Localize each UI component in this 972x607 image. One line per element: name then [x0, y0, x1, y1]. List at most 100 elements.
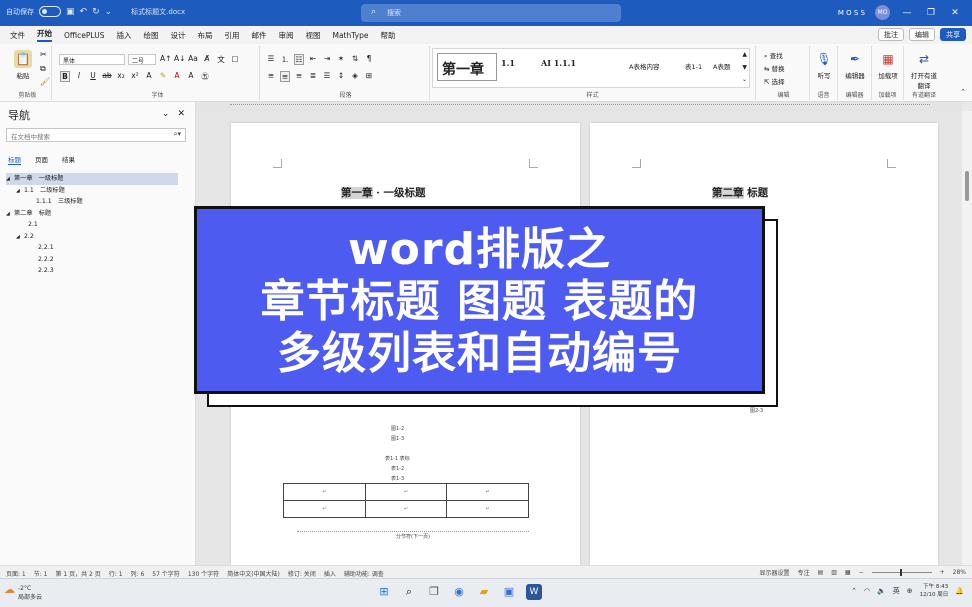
align-center-icon[interactable]: ≡ — [280, 71, 290, 82]
style-table-caption-1[interactable]: 表1-1 — [685, 61, 702, 71]
table-caption[interactable]: 表1-2 — [391, 465, 404, 472]
zoom-level[interactable]: 28% — [953, 569, 966, 576]
format-painter-icon[interactable]: 🖌 — [40, 77, 50, 86]
comment-button[interactable]: 批注 — [878, 28, 904, 41]
undo-icon[interactable]: ↶ — [80, 7, 88, 17]
word-app-icon[interactable]: W — [526, 584, 542, 600]
tray-overflow-icon[interactable]: ⌃ — [851, 587, 857, 595]
avatar[interactable]: MO — [875, 5, 890, 20]
grow-font-icon[interactable]: A↑ — [160, 54, 171, 65]
chinese-layout-icon[interactable]: ✶ — [336, 54, 346, 65]
open-translate-button[interactable]: ⇄ 打开有道翻译 — [911, 50, 937, 90]
distribute-icon[interactable]: ☰ — [322, 71, 332, 82]
tab-mathtype[interactable]: MathType — [332, 31, 368, 40]
align-right-icon[interactable]: ≡ — [294, 71, 304, 82]
ime-icon[interactable]: ⊕ — [907, 587, 913, 595]
input-language[interactable]: 英 — [893, 586, 900, 596]
status-chars-selected[interactable]: 57 个字符 — [152, 569, 180, 578]
editing-mode-button[interactable]: 编辑 — [909, 28, 935, 41]
subscript-icon[interactable]: x₂ — [116, 71, 126, 82]
style-heading-3[interactable]: AI 1.1.1 — [541, 58, 576, 68]
change-case-icon[interactable]: Aa — [188, 54, 198, 65]
char-shading-icon[interactable]: A — [186, 71, 196, 82]
nav-options-icon[interactable]: ⌄ — [162, 109, 170, 119]
numbering-icon[interactable]: ⒈ — [280, 54, 290, 65]
close-icon[interactable]: ✕ — [948, 8, 962, 18]
collapse-arrow-icon[interactable]: ◢ — [16, 186, 24, 198]
web-layout-icon[interactable]: ▦ — [845, 569, 851, 576]
table-caption[interactable]: 表1-1 表标 — [385, 455, 410, 462]
find-button[interactable]: ⌕ 查找 — [764, 50, 783, 61]
file-explorer-icon[interactable]: ▰ — [476, 584, 492, 600]
status-accessibility[interactable]: 辅助功能: 调查 — [344, 569, 384, 578]
style-heading-2[interactable]: 1.1 — [501, 58, 515, 68]
phonetic-guide-icon[interactable]: 文 — [216, 54, 226, 65]
enclose-char-icon[interactable]: ㊄ — [200, 71, 210, 82]
tab-view[interactable]: 视图 — [305, 30, 320, 41]
tab-design[interactable]: 设计 — [170, 30, 185, 41]
nav-tab-pages[interactable]: 页面 — [35, 154, 48, 165]
clear-format-icon[interactable]: A̸ — [202, 54, 212, 65]
collapse-ribbon-icon[interactable]: ⌃ — [960, 88, 966, 96]
nav-heading-item[interactable]: ◢ 2.2 — [6, 231, 178, 243]
styles-more-icon[interactable]: ⌄ — [742, 76, 747, 83]
tab-insert[interactable]: 插入 — [116, 30, 131, 41]
editor-button[interactable]: ✒ 编辑器 — [842, 50, 868, 80]
nav-close-icon[interactable]: ✕ — [177, 109, 185, 119]
shading-icon[interactable]: ◈ — [350, 71, 360, 82]
horizontal-ruler[interactable] — [196, 102, 962, 111]
customize-icon[interactable]: ⌄ — [105, 7, 113, 17]
italic-icon[interactable]: I — [74, 71, 84, 82]
addins-button[interactable]: ▦ 加载项 — [875, 50, 901, 80]
nav-heading-item[interactable]: 2.2.3 — [6, 265, 178, 277]
highlight-icon[interactable]: ✎ — [158, 71, 168, 82]
nav-tab-headings[interactable]: 标题 — [8, 154, 21, 165]
figure-caption[interactable]: 图2-3 — [750, 407, 763, 414]
status-track-changes[interactable]: 修订: 关闭 — [288, 569, 316, 578]
figure-caption[interactable]: 图1-3 — [391, 435, 404, 442]
style-table-content[interactable]: A表格内容 — [629, 61, 659, 71]
cut-icon[interactable]: ✂ — [40, 50, 47, 59]
start-icon[interactable]: ⊞ — [376, 584, 392, 600]
tab-help[interactable]: 帮助 — [380, 30, 395, 41]
table-cell[interactable]: ↵ — [446, 483, 529, 501]
figure-caption[interactable]: 图1-2 — [391, 425, 404, 432]
redo-icon[interactable]: ↻ — [92, 7, 100, 17]
style-chapter-heading[interactable]: 第一章 — [437, 53, 497, 81]
underline-icon[interactable]: U — [88, 71, 98, 82]
chapter-heading[interactable]: 第二章 标题 — [712, 185, 768, 200]
collapse-arrow-icon[interactable]: ◢ — [6, 209, 14, 221]
tab-officeplus[interactable]: OfficePLUS — [64, 31, 104, 40]
status-page-of[interactable]: 第 1 页，共 2 页 — [56, 569, 101, 578]
decrease-indent-icon[interactable]: ⇤ — [308, 54, 318, 65]
title-search-input[interactable]: ⌕ 搜索 — [361, 4, 621, 22]
save-icon[interactable]: ▣ — [66, 7, 75, 17]
table-cell[interactable]: ↵ — [283, 483, 366, 501]
zoom-slider[interactable] — [871, 569, 932, 576]
tab-layout[interactable]: 布局 — [197, 30, 212, 41]
chapter-heading[interactable]: 第一章 · 一级标题 — [341, 185, 425, 200]
nav-search-input[interactable]: 在文档中搜索 ⌕▾ — [6, 128, 186, 142]
bold-icon[interactable]: B — [60, 71, 70, 82]
superscript-icon[interactable]: x² — [130, 71, 140, 82]
copy-icon[interactable]: ⧉ — [40, 64, 46, 74]
tab-home[interactable]: 开始 — [37, 28, 52, 42]
display-settings-button[interactable]: 显示器设置 — [760, 568, 790, 577]
tab-review[interactable]: 审阅 — [278, 30, 293, 41]
sort-icon[interactable]: ⇅ — [350, 54, 360, 65]
store-icon[interactable]: ▣ — [501, 584, 517, 600]
volume-icon[interactable]: 🔈 — [877, 587, 886, 595]
table-cell[interactable]: ↵ — [446, 500, 529, 518]
line-spacing-icon[interactable]: ↕ — [336, 71, 346, 82]
font-name-select[interactable]: 黑体 — [59, 54, 125, 65]
status-chars-total[interactable]: 130 个字符 — [188, 569, 219, 578]
shrink-font-icon[interactable]: A↓ — [174, 54, 185, 65]
autosave-toggle[interactable] — [39, 6, 61, 17]
zoom-in-icon[interactable]: + — [940, 569, 945, 576]
search-icon[interactable]: ⌕ — [401, 584, 417, 600]
nav-tab-results[interactable]: 结果 — [62, 154, 75, 165]
tab-file[interactable]: 文件 — [10, 30, 25, 41]
styles-scroll-down-icon[interactable]: ▼ — [742, 64, 747, 71]
table-cell[interactable]: ↵ — [364, 500, 448, 518]
justify-icon[interactable]: ≣ — [308, 71, 318, 82]
